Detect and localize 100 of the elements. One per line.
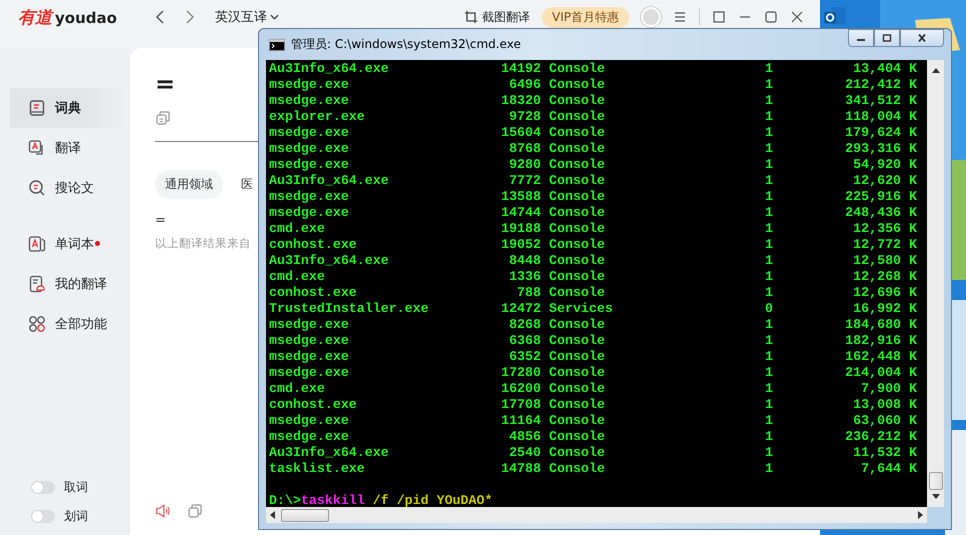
session-name: Console	[548, 397, 606, 413]
scrollbar[interactable]	[927, 60, 944, 507]
speaker-icon[interactable]	[155, 503, 171, 519]
session-number: 1	[765, 125, 774, 141]
book-icon	[28, 99, 46, 117]
menu-icon[interactable]	[673, 10, 687, 24]
toggle-switch[interactable]	[31, 481, 55, 494]
close-icon[interactable]	[790, 10, 804, 24]
crop-icon[interactable]	[464, 10, 478, 24]
process-name: msedge.exe	[269, 333, 350, 349]
session-number: 1	[765, 461, 774, 477]
memory-usage: 12,268 K	[852, 269, 917, 285]
down-arrow-icon[interactable]	[932, 494, 940, 499]
memory-usage: 341,512 K	[844, 93, 917, 109]
session-number: 1	[765, 269, 774, 285]
domain-tab[interactable]: 通用领域	[155, 170, 223, 199]
memory-usage: 236,212 K	[844, 429, 917, 445]
process-name: TrustedInstaller.exe	[269, 301, 430, 317]
session-number: 1	[765, 93, 774, 109]
process-name: Au3Info_x64.exe	[269, 445, 390, 461]
left-arrow-icon[interactable]	[270, 511, 275, 519]
session-number: 1	[765, 429, 774, 445]
session-name: Console	[548, 317, 606, 333]
process-name: msedge.exe	[269, 317, 350, 333]
session-name: Console	[548, 237, 606, 253]
process-id: 9280	[508, 157, 541, 173]
maximize-button[interactable]	[874, 29, 900, 47]
process-name: msedge.exe	[269, 189, 350, 205]
process-name: msedge.exe	[269, 157, 350, 173]
session-name: Console	[548, 141, 606, 157]
memory-usage: 12,772 K	[852, 237, 917, 253]
process-id: 8768	[508, 141, 541, 157]
sidebar-item[interactable]: 翻译	[10, 128, 130, 168]
session-name: Console	[548, 157, 606, 173]
copy-icon[interactable]	[155, 110, 171, 126]
process-id: 7772	[508, 173, 541, 189]
session-name: Console	[548, 365, 606, 381]
process-id: 16200	[501, 381, 541, 397]
maximize-icon[interactable]	[764, 10, 778, 24]
session-number: 1	[765, 205, 774, 221]
toggle-switch[interactable]	[31, 510, 55, 523]
session-name: Console	[548, 173, 606, 189]
minimize-button[interactable]	[848, 29, 874, 47]
screenshot-translate-button[interactable]: 截图翻译	[482, 8, 530, 26]
memory-usage: 179,624 K	[844, 125, 917, 141]
source-note: 以上翻译结果来自	[155, 236, 251, 251]
session-name: Console	[548, 413, 606, 429]
process-name: conhost.exe	[269, 237, 358, 253]
sidebar-item[interactable]: 搜论文	[10, 168, 130, 208]
sidebar-item[interactable]: 全部功能	[10, 304, 130, 344]
process-name: msedge.exe	[269, 365, 350, 381]
process-id: 788	[516, 285, 541, 301]
memory-usage: 7,900 K	[860, 381, 917, 397]
sidebar-item[interactable]: 我的翻译	[10, 264, 130, 304]
session-name: Console	[548, 253, 606, 269]
document-icon	[28, 235, 46, 253]
session-number: 1	[765, 333, 774, 349]
process-id: 12472	[501, 301, 541, 317]
caret-icon	[270, 14, 279, 20]
session-number: 1	[765, 221, 774, 237]
right-arrow-icon[interactable]	[918, 511, 923, 519]
copy-icon[interactable]	[187, 503, 203, 519]
process-name: explorer.exe	[269, 109, 366, 125]
sidebar-item[interactable]: 单词本	[10, 224, 130, 264]
forward-icon[interactable]	[184, 9, 195, 25]
process-name: msedge.exe	[269, 429, 350, 445]
process-name: msedge.exe	[269, 77, 350, 93]
domain-tab[interactable]: 医	[231, 170, 253, 199]
memory-usage: 54,920 K	[852, 157, 917, 173]
session-name: Console	[548, 333, 606, 349]
process-id: 11164	[501, 413, 541, 429]
session-name: Services	[548, 301, 614, 317]
process-id: 13588	[501, 189, 541, 205]
scroll-thumb[interactable]	[281, 508, 329, 522]
session-name: Console	[548, 285, 606, 301]
pin-icon[interactable]	[712, 10, 726, 24]
session-number: 1	[765, 237, 774, 253]
process-name: msedge.exe	[269, 205, 350, 221]
process-id: 14744	[501, 205, 541, 221]
memory-usage: 12,620 K	[852, 173, 917, 189]
process-name: msedge.exe	[269, 349, 350, 365]
vip-button[interactable]: VIP首月特惠	[542, 6, 629, 28]
session-number: 1	[765, 445, 774, 461]
session-name: Console	[548, 189, 606, 205]
session-name: Console	[548, 77, 606, 93]
scrollbar[interactable]	[266, 507, 927, 523]
process-name: cmd.exe	[269, 381, 326, 397]
language-dropdown[interactable]: 英汉互译	[214, 8, 279, 26]
memory-usage: 63,060 K	[852, 413, 917, 429]
memory-usage: 214,004 K	[844, 365, 917, 381]
back-icon[interactable]	[154, 9, 165, 25]
command-text: /f /pid YOuDAO*	[372, 493, 492, 507]
memory-usage: 16,992 K	[852, 301, 917, 317]
close-button[interactable]	[900, 29, 944, 47]
toggle-label: 划词	[64, 508, 88, 525]
memory-usage: 13,008 K	[852, 397, 917, 413]
scroll-thumb[interactable]	[928, 472, 942, 490]
process-id: 9728	[508, 109, 541, 125]
logo-text: youdao	[55, 8, 117, 26]
up-arrow-icon[interactable]	[932, 68, 940, 73]
